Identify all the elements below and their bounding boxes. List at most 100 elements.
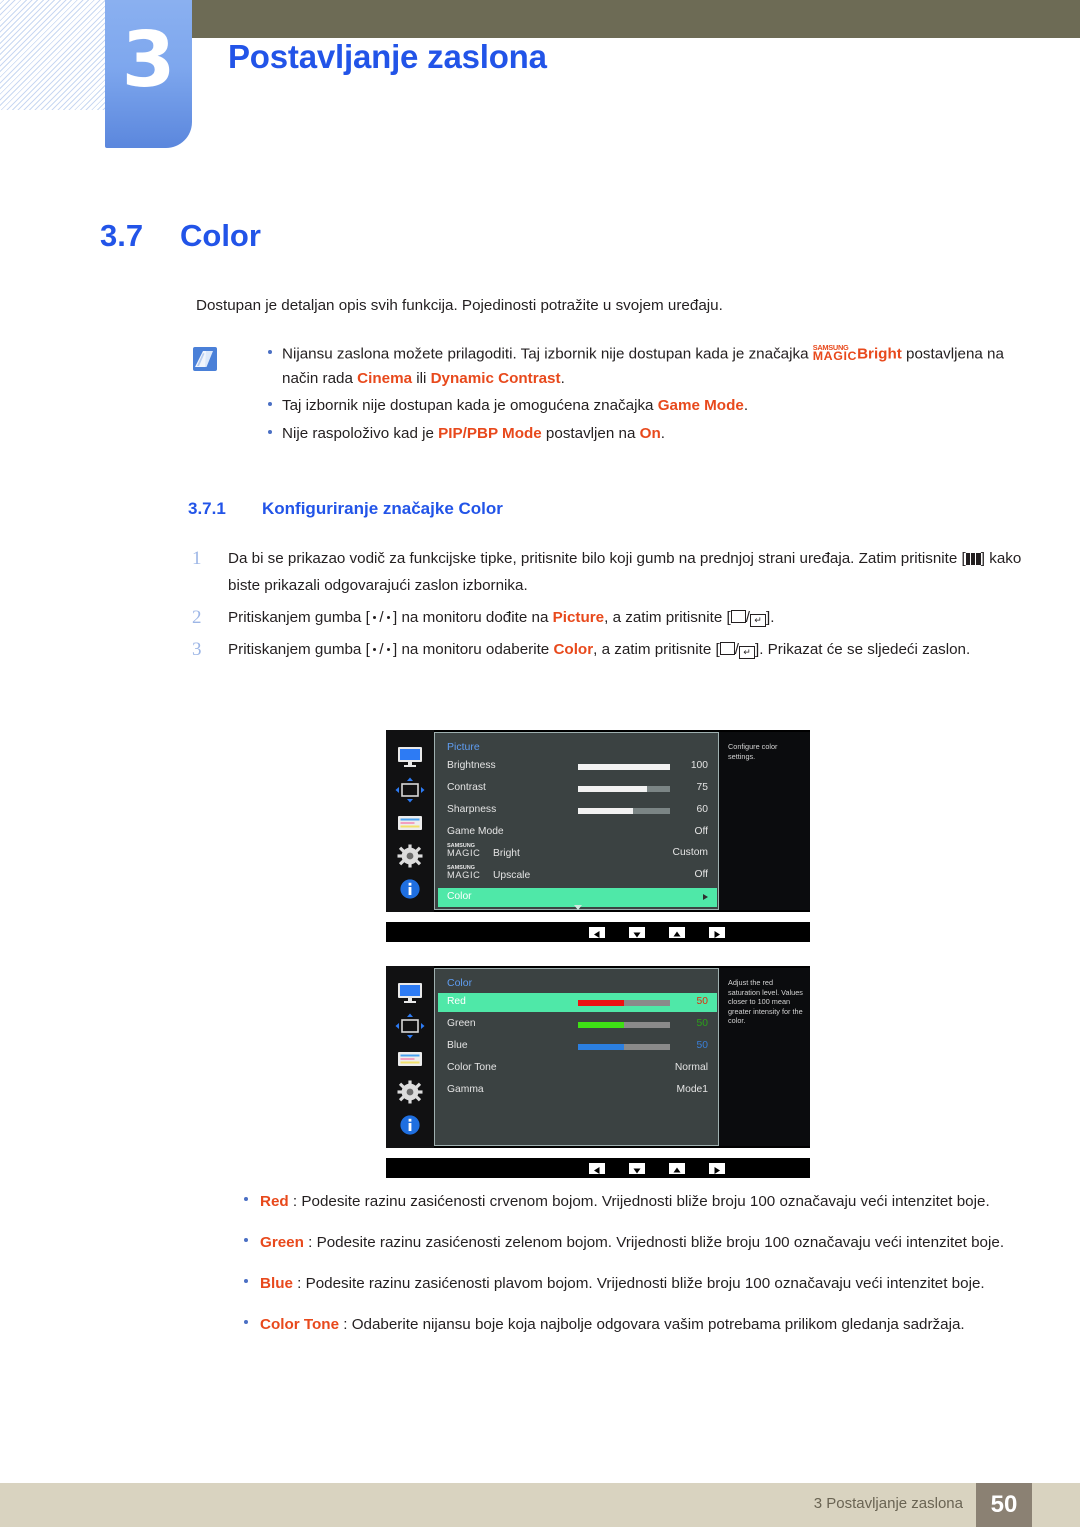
step-text-3: , a zatim pritisnite [ [593,641,720,658]
osd-slider-red[interactable] [578,1000,670,1006]
step-text-1: Pritiskanjem gumba [ [228,609,370,626]
step-text-1: Pritiskanjem gumba [ [228,641,370,658]
osd-row-sharpness[interactable]: Sharpness 60 [438,801,717,820]
osd-row-green[interactable]: Green 50 [438,1015,717,1034]
osd-row-gamma[interactable]: Gamma Mode1 [438,1081,717,1100]
osd-row-value: Off [694,869,708,880]
section-intro-text: Dostupan je detaljan opis svih funkcija.… [196,297,723,314]
option-term-color-tone: Color Tone [260,1316,340,1333]
color-options-list: Red : Podesite razinu zasićenosti crveno… [200,1188,1030,1352]
down-arrow-key-icon[interactable] [629,1163,645,1174]
page-header: 3 Postavljanje zaslona [0,0,1080,170]
osd-menu-title: Color [447,977,473,989]
osd-row-label: Game Mode [447,826,504,837]
chapter-number: 3 [121,16,176,105]
osd-row-label: Color [447,891,472,902]
bullet-dot [268,429,272,434]
osd-row-magicupscale[interactable]: SAMSUNG MAGIC Upscale Off [438,865,717,885]
osd-slider-contrast[interactable] [578,786,670,792]
step-text-2: ] na monitoru dođite na [393,609,553,626]
screen-adjust-icon [395,1013,425,1039]
header-olive-bar [192,0,1080,38]
osd-slider-brightness[interactable] [578,764,670,770]
display-icon [398,747,422,767]
osd-row-color-selected[interactable]: Color [438,888,717,910]
note-emphasis-game-mode: Game Mode [657,397,744,415]
enter-key-icon: ↵ [738,646,755,659]
osd-row-value: 100 [690,760,708,771]
samsung-magic-mark: SAMSUNG MAGIC [813,344,857,363]
osd-slider-green[interactable] [578,1022,670,1028]
down-button-dot-icon [372,615,377,619]
osd-row-red-selected[interactable]: Red 50 [438,993,717,1012]
osd-slider-blue[interactable] [578,1044,670,1050]
note-item: Nijansu zaslona možete prilagoditi. Taj … [186,342,1026,391]
option-term-blue: Blue [260,1275,293,1292]
square-key-icon [719,642,735,655]
magic-mid-text: MAGIC [447,870,481,880]
osd-menu-title: Picture [447,741,480,753]
osd-screenshot-color: Color Red 50 Green 50 Blue 50 Color Tone… [386,966,810,1178]
note-text-pre: Taj izbornik nije dostupan kada je omogu… [282,397,658,415]
menu-key-icon [965,553,981,565]
osd-row-color-tone[interactable]: Color Tone Normal [438,1059,717,1078]
step-text-4: ]. Prikazat će se sljedeći zaslon. [754,641,971,658]
osd-row-brightness[interactable]: Brightness 100 [438,757,717,776]
osd-menu-panel: Picture Brightness 100 Contrast 75 Sharp… [434,732,719,910]
option-description: : Podesite razinu zasićenosti crvenom bo… [288,1193,990,1210]
osd-row-blue[interactable]: Blue 50 [438,1037,717,1056]
left-arrow-key-icon[interactable] [589,927,605,938]
option-description: : Podesite razinu zasićenosti zelenom bo… [303,1234,1005,1251]
step-number: 3 [192,639,202,660]
samsung-magic-mark: SAMSUNG MAGIC Bright [447,843,520,859]
display-icon [398,983,422,1003]
screen-adjust-icon [395,777,425,803]
osd-body: Picture Brightness 100 Contrast 75 Sharp… [386,730,810,912]
down-arrow-key-icon[interactable] [629,927,645,938]
note-emphasis-on: On [639,424,661,442]
note-emphasis-dynamic-contrast: Dynamic Contrast [430,369,561,387]
right-arrow-key-icon[interactable] [709,1163,725,1174]
osd-settings-icon [398,1052,422,1066]
osd-row-magicbright[interactable]: SAMSUNG MAGIC Bright Custom [438,843,717,863]
step-text-3: , a zatim pritisnite [ [604,609,731,626]
list-item: Red : Podesite razinu zasićenosti crveno… [200,1188,1030,1215]
osd-row-value: Custom [672,847,708,858]
square-key-icon [730,610,746,623]
osd-row-game-mode[interactable]: Game Mode Off [438,823,717,842]
up-button-dot-icon [386,615,391,619]
system-gear-icon [397,844,423,868]
information-icon [400,1115,420,1135]
osd-row-label: Red [447,996,466,1007]
magic-bright-word: Bright [857,345,902,363]
osd-row-label: Color Tone [447,1062,497,1073]
osd-slider-sharpness[interactable] [578,808,670,814]
step-item: 2 Pritiskanjem gumba [/] na monitoru dođi… [186,604,1031,631]
osd-row-label: Blue [447,1040,468,1051]
osd-row-contrast[interactable]: Contrast 75 [438,779,717,798]
osd-icon-rail [386,966,434,1148]
section-title: Color [180,218,261,253]
osd-row-value: 60 [696,804,708,815]
footer-chapter-text: 3 Postavljanje zaslona [813,1495,963,1512]
note-text-pre: Nijansu zaslona možete prilagoditi. Taj … [282,345,813,363]
list-item: Blue : Podesite razinu zasićenosti plavo… [200,1270,1030,1297]
scroll-down-indicator-icon [573,905,582,910]
samsung-magic-mark: SAMSUNG MAGIC Upscale [447,865,530,881]
list-item: Color Tone : Odaberite nijansu boje koja… [200,1311,1030,1338]
bullet-dot [268,402,272,407]
note-text-between: ili [412,369,431,387]
note-emphasis-pip-pbp: PIP/PBP Mode [438,424,542,442]
step-text-4: ]. [765,609,775,626]
page-footer: 3 Postavljanje zaslona 50 [0,1483,1080,1527]
up-arrow-key-icon[interactable] [669,927,685,938]
right-arrow-key-icon[interactable] [709,927,725,938]
up-arrow-key-icon[interactable] [669,1163,685,1174]
osd-settings-icon [398,816,422,830]
osd-nav-bar [386,922,810,942]
osd-body: Color Red 50 Green 50 Blue 50 Color Tone… [386,966,810,1148]
left-arrow-key-icon[interactable] [589,1163,605,1174]
osd-screenshot-picture: Picture Brightness 100 Contrast 75 Sharp… [386,730,810,942]
option-description: : Odaberite nijansu boje koja najbolje o… [339,1316,965,1333]
step-emphasis-color: Color [553,641,594,658]
